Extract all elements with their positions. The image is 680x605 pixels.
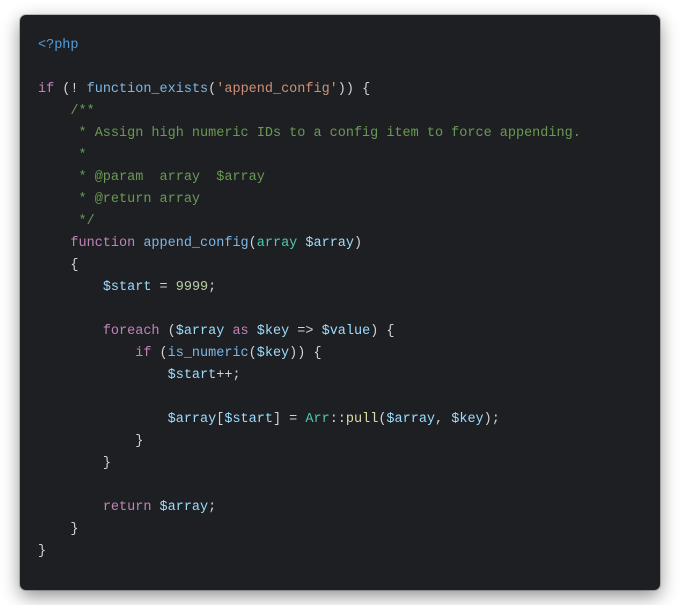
php-open-tag: <?php	[38, 38, 79, 53]
increment-op: ++	[216, 368, 232, 383]
docblock-desc: * Assign high numeric IDs to a config it…	[70, 126, 580, 141]
var-key: $key	[257, 324, 289, 339]
string-literal: 'append_config'	[216, 82, 338, 97]
kw-foreach: foreach	[103, 324, 160, 339]
brace-close: }	[38, 544, 46, 559]
kw-as: as	[232, 324, 248, 339]
kw-function: function	[70, 236, 135, 251]
number-literal: 9999	[176, 280, 208, 295]
kw-if: if	[38, 82, 54, 97]
docblock-close: */	[70, 214, 94, 229]
kw-return: return	[103, 500, 152, 515]
docblock-param: * @param array $array	[70, 170, 264, 185]
method-pull: pull	[346, 412, 378, 427]
fn-append-config: append_config	[143, 236, 248, 251]
var-start: $start	[103, 280, 152, 295]
brace-open: {	[70, 258, 78, 273]
code-block: <?php if (! function_exists('append_conf…	[38, 35, 642, 563]
docblock-open: /**	[70, 104, 94, 119]
fn-is-numeric: is_numeric	[168, 346, 249, 361]
type-array: array	[257, 236, 298, 251]
fn-function-exists: function_exists	[87, 82, 209, 97]
code-card: <?php if (! function_exists('append_conf…	[20, 15, 660, 590]
class-arr: Arr	[305, 412, 329, 427]
var-array: $array	[305, 236, 354, 251]
var-value: $value	[322, 324, 371, 339]
docblock-blank: *	[70, 148, 86, 163]
docblock-return: * @return array	[70, 192, 200, 207]
